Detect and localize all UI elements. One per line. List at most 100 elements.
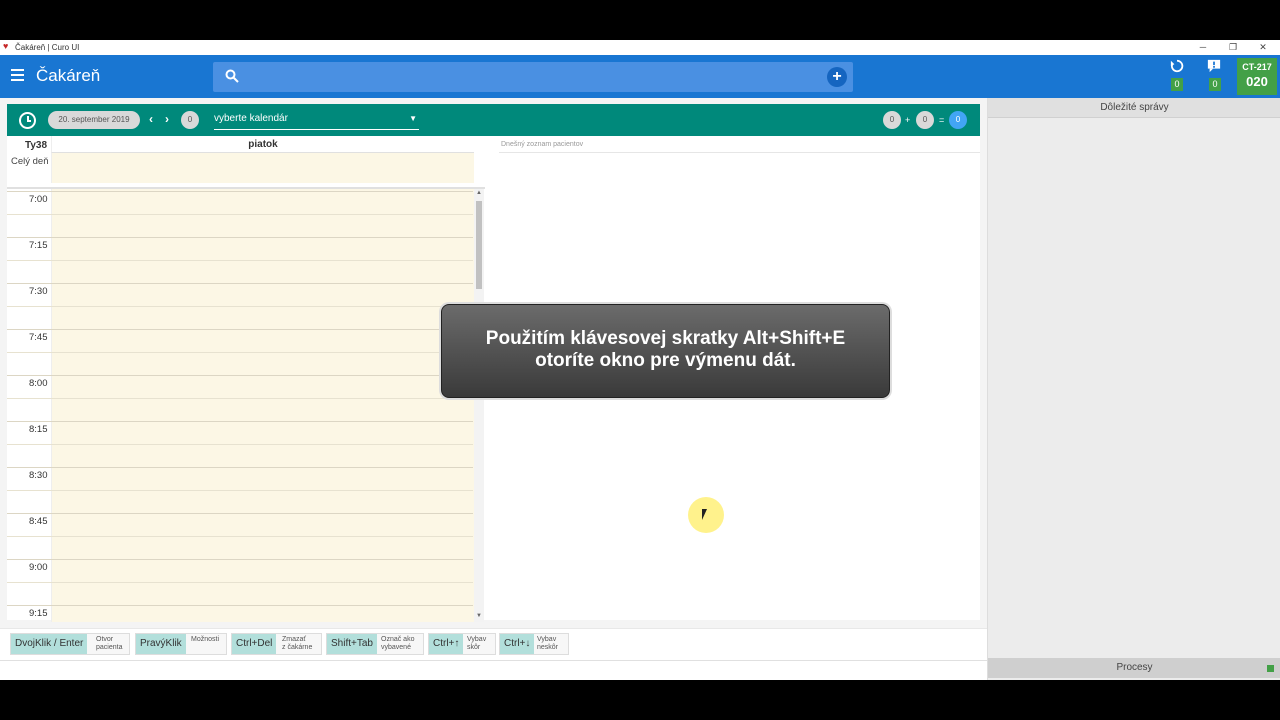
shortcut-later: Ctrl+↓ Vybav neskôr [499, 633, 569, 655]
shortcut-open-patient: DvojKlik / Enter Otvor pacienta [10, 633, 130, 655]
time-label: 7:15 [29, 240, 48, 251]
close-button[interactable]: ✕ [1248, 41, 1278, 53]
sum-b-badge: 0 [916, 111, 934, 129]
allday-slot[interactable] [51, 153, 474, 183]
add-button[interactable]: + [827, 67, 847, 87]
shortcut-key: Shift+Tab [327, 634, 377, 654]
time-slot-subline [7, 260, 473, 261]
time-label: 8:30 [29, 470, 48, 481]
shortcut-desc: Označ ako vybavené [381, 636, 415, 651]
shortcut-desc: Zmazať z čakárne [282, 636, 313, 651]
date-picker[interactable]: 20. september 2019 [48, 111, 140, 129]
restore-button[interactable]: ❐ [1218, 41, 1248, 53]
time-label: 7:00 [29, 194, 48, 205]
shortcut-earlier: Ctrl+↑ Vybav skôr [428, 633, 496, 655]
heart-logo-icon: ♥ [3, 41, 9, 51]
time-label: 8:00 [29, 378, 48, 389]
count-badge: 0 [181, 111, 199, 129]
time-slot-line [7, 375, 473, 376]
shortcut-delete: Ctrl+Del Zmazať z čakárne [231, 633, 322, 655]
time-slot-subline [7, 490, 473, 491]
time-label: 8:45 [29, 516, 48, 527]
mouse-cursor-highlight [688, 497, 724, 533]
time-label: 9:15 [29, 608, 48, 619]
time-label: 7:45 [29, 332, 48, 343]
time-slot-subline [7, 444, 473, 445]
time-slot-subline [7, 536, 473, 537]
time-slot-line [7, 467, 473, 468]
calendar-toolbar: 20. september 2019 ‹ › 0 vyberte kalendá… [7, 104, 980, 136]
calendar-time-grid[interactable]: ▲ ▼ 7:00 7:15 7:30 7:45 8:00 8:15 8:30 8:45 9:00… [7, 187, 485, 622]
processes-label: Procesy [1116, 662, 1153, 673]
shortcut-desc: Otvor pacienta [96, 636, 123, 651]
time-label: 9:00 [29, 562, 48, 573]
time-slot-line [7, 329, 473, 330]
equals-operator: = [939, 115, 945, 125]
shortcut-desc: Vybav neskôr [537, 636, 559, 651]
station-number: 020 [1246, 74, 1268, 89]
window-titlebar: ♥ Čakáreň | Curo UI ─ ❐ ✕ [0, 40, 1280, 55]
time-slot-line [7, 421, 473, 422]
time-slot-subline [7, 306, 473, 307]
day-column[interactable] [51, 189, 474, 622]
time-slot-line [7, 513, 473, 514]
shortcut-key: Ctrl+Del [232, 634, 277, 654]
alerts-badge: 0 [1209, 78, 1221, 91]
time-slot-subline [7, 214, 473, 215]
time-slot-line [7, 191, 473, 192]
shortcut-options: PravýKlik Možnosti [135, 633, 227, 655]
minimize-button[interactable]: ─ [1188, 41, 1218, 53]
scroll-up-icon[interactable]: ▲ [476, 190, 482, 196]
hint-tooltip: Použitím klávesovej skratky Alt+Shift+E … [441, 304, 890, 398]
day-name: piatok [51, 136, 474, 153]
time-label: 8:15 [29, 424, 48, 435]
prev-day-button[interactable]: ‹ [149, 112, 153, 126]
time-slot-line [7, 559, 473, 560]
search-input[interactable]: + [213, 62, 853, 92]
sync-icon[interactable] [1169, 59, 1185, 73]
menu-icon[interactable] [11, 69, 24, 81]
time-slot-subline [7, 582, 473, 583]
time-label: 7:30 [29, 286, 48, 297]
messages-panel: Dôležité správy Procesy [987, 98, 1280, 680]
time-slot-line [7, 237, 473, 238]
calendar-select[interactable]: vyberte kalendár ▼ [214, 113, 419, 130]
week-label: Ty38 [25, 140, 48, 151]
scrollbar-thumb[interactable] [476, 201, 482, 289]
shortcut-desc: Vybav skôr [467, 636, 487, 651]
time-slot-subline [7, 398, 473, 399]
dropdown-arrow-icon: ▼ [409, 114, 417, 123]
shortcut-key: Ctrl+↑ [429, 634, 464, 654]
calendar-select-value: vyberte kalendár [214, 113, 288, 124]
sum-a-badge: 0 [883, 111, 901, 129]
messages-header: Dôležité správy [988, 98, 1280, 118]
hint-line-2: otoríte okno pre výmenu dát. [535, 350, 796, 371]
status-line [0, 660, 987, 679]
patient-list-label: Dnešný zoznam pacientov [501, 141, 584, 148]
page-title: Čakáreň [36, 66, 101, 85]
shortcut-key: Ctrl+↓ [500, 634, 535, 654]
sync-badge: 0 [1171, 78, 1183, 91]
calendar-scrollbar[interactable]: ▲ ▼ [474, 189, 484, 622]
station-badge[interactable]: CT-217 020 [1237, 58, 1277, 95]
next-day-button[interactable]: › [165, 112, 169, 126]
alert-message-icon[interactable] [1206, 59, 1222, 73]
shortcut-desc: Možnosti [191, 636, 220, 643]
shortcut-key: PravýKlik [136, 634, 186, 654]
search-icon [225, 69, 239, 83]
divider [499, 152, 980, 153]
station-code: CT-217 [1242, 62, 1272, 72]
plus-operator: + [905, 115, 911, 125]
processes-bar[interactable]: Procesy [988, 658, 1280, 678]
process-status-icon [1267, 665, 1274, 672]
shortcut-bar: DvojKlik / Enter Otvor pacienta PravýKlik… [0, 628, 987, 661]
time-slot-line [7, 605, 473, 606]
clock-icon[interactable] [19, 112, 36, 129]
sum-total-badge: 0 [949, 111, 967, 129]
shortcut-mark-done: Shift+Tab Označ ako vybavené [326, 633, 424, 655]
shortcut-key: DvojKlik / Enter [11, 634, 88, 654]
calendar-header: Ty38 piatok Celý deň [7, 136, 474, 184]
window-title: Čakáreň | Curo UI [15, 43, 80, 52]
time-slot-line [7, 283, 473, 284]
scroll-down-icon[interactable]: ▼ [476, 613, 482, 619]
